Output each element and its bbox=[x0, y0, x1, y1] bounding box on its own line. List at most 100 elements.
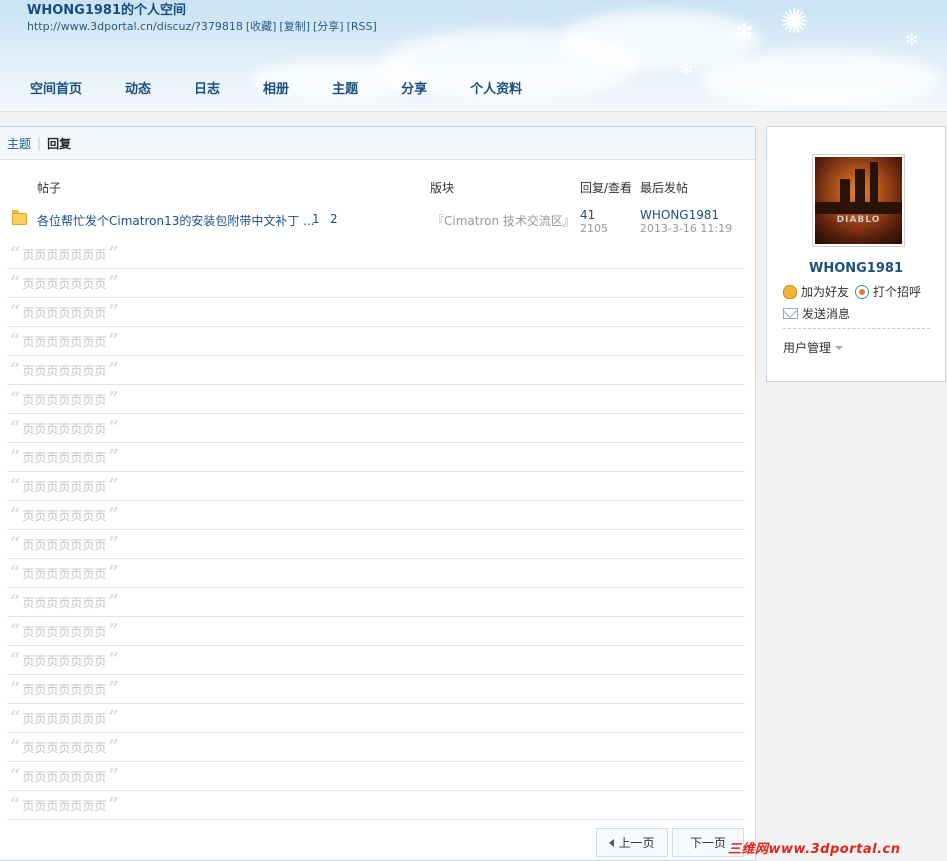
next-page-label: 下一页 bbox=[689, 836, 726, 850]
greet-label: 打个招呼 bbox=[873, 285, 922, 299]
list-item: “页页页页页页页” bbox=[7, 414, 745, 443]
thread-title-link[interactable]: 各位帮忙发个Cimatron13的安装包附带中文补丁 ... bbox=[37, 212, 315, 229]
table-row: 各位帮忙发个Cimatron13的安装包附带中文补丁 ... 1 2 『Cima… bbox=[0, 205, 756, 235]
close-quote-icon: ” bbox=[108, 736, 119, 757]
open-quote-icon: “ bbox=[10, 620, 21, 641]
reply-placeholder-text[interactable]: 页页页页页页页 bbox=[22, 739, 106, 756]
nav-profile[interactable]: 个人资料 bbox=[456, 80, 536, 100]
send-message-button[interactable]: 发送消息 bbox=[783, 305, 850, 322]
folder-icon bbox=[12, 210, 27, 225]
close-quote-icon: ” bbox=[108, 649, 119, 670]
list-item: “页页页页页页页” bbox=[7, 675, 745, 704]
reply-placeholder-text[interactable]: 页页页页页页页 bbox=[22, 594, 106, 611]
open-quote-icon: “ bbox=[10, 736, 21, 757]
space-nav: 空间首页 动态 日志 相册 主题 分享 个人资料 bbox=[16, 80, 551, 100]
list-item: “页页页页页页页” bbox=[7, 385, 745, 414]
open-quote-icon: “ bbox=[10, 301, 21, 322]
list-item: “页页页页页页页” bbox=[7, 443, 745, 472]
user-manage-dropdown[interactable]: 用户管理 bbox=[783, 339, 844, 356]
reply-placeholder-text[interactable]: 页页页页页页页 bbox=[22, 710, 106, 727]
reply-placeholder-text[interactable]: 页页页页页页页 bbox=[22, 507, 106, 524]
close-quote-icon: ” bbox=[108, 446, 119, 467]
reply-placeholder-text[interactable]: 页页页页页页页 bbox=[22, 449, 106, 466]
open-quote-icon: “ bbox=[10, 388, 21, 409]
open-quote-icon: “ bbox=[10, 417, 21, 438]
list-item: “页页页页页页页” bbox=[7, 327, 745, 356]
reply-placeholder-text[interactable]: 页页页页页页页 bbox=[22, 652, 106, 669]
favorite-link[interactable]: [收藏] bbox=[246, 20, 277, 33]
handshake-icon bbox=[783, 284, 797, 299]
nav-share[interactable]: 分享 bbox=[387, 80, 441, 100]
main-panel: 主题 | 回复 帖子 版块 回复/查看 最后发帖 各位帮忙发个Cimatron1… bbox=[0, 126, 756, 861]
reply-placeholder-text[interactable]: 页页页页页页页 bbox=[22, 304, 106, 321]
avatar-image: DIABLO III bbox=[815, 157, 902, 244]
user-manage-label: 用户管理 bbox=[783, 341, 832, 355]
reply-placeholder-text[interactable]: 页页页页页页页 bbox=[22, 275, 106, 292]
thread-page-link[interactable]: 2 bbox=[330, 212, 338, 226]
list-item: “页页页页页页页” bbox=[7, 501, 745, 530]
list-item: “页页页页页页页” bbox=[7, 588, 745, 617]
reply-placeholder-text[interactable]: 页页页页页页页 bbox=[22, 797, 106, 814]
copy-link[interactable]: [复制] bbox=[279, 20, 310, 33]
divider bbox=[783, 328, 930, 329]
avatar-logo-sub: III bbox=[854, 225, 863, 234]
list-item: “页页页页页页页” bbox=[7, 356, 745, 385]
close-quote-icon: ” bbox=[108, 533, 119, 554]
last-post-date: 2013-3-16 11:19 bbox=[640, 222, 733, 235]
reply-placeholder-text[interactable]: 页页页页页页页 bbox=[22, 362, 106, 379]
reply-placeholder-text[interactable]: 页页页页页页页 bbox=[22, 420, 106, 437]
rss-link[interactable]: [RSS] bbox=[347, 20, 377, 33]
forum-link[interactable]: 『Cimatron 技术交流区』 bbox=[432, 212, 575, 229]
column-header-forum: 版块 bbox=[430, 181, 455, 195]
cloud-decoration bbox=[700, 50, 940, 110]
send-message-label: 发送消息 bbox=[802, 307, 851, 321]
reply-placeholder-text[interactable]: 页页页页页页页 bbox=[22, 565, 106, 582]
reply-placeholder-text[interactable]: 页页页页页页页 bbox=[22, 681, 106, 698]
close-quote-icon: ” bbox=[108, 388, 119, 409]
thread-tabs: 主题 | 回复 bbox=[0, 127, 755, 160]
nav-album[interactable]: 相册 bbox=[249, 80, 303, 100]
user-sidebar: DIABLO III WHONG1981 加为好友 打个招呼 发送消息 用户管理 bbox=[766, 126, 946, 382]
open-quote-icon: “ bbox=[10, 707, 21, 728]
open-quote-icon: “ bbox=[10, 678, 21, 699]
add-friend-button[interactable]: 加为好友 bbox=[783, 283, 849, 300]
avatar[interactable]: DIABLO III bbox=[812, 154, 905, 247]
last-poster-link[interactable]: WHONG1981 bbox=[640, 208, 719, 222]
tab-replies[interactable]: 回复 bbox=[47, 135, 71, 152]
reply-placeholder-text[interactable]: 页页页页页页页 bbox=[22, 478, 106, 495]
tab-topics[interactable]: 主题 bbox=[7, 135, 31, 152]
nav-topics[interactable]: 主题 bbox=[318, 80, 372, 100]
open-quote-icon: “ bbox=[10, 272, 21, 293]
open-quote-icon: “ bbox=[10, 533, 21, 554]
close-quote-icon: ” bbox=[108, 562, 119, 583]
open-quote-icon: “ bbox=[10, 649, 21, 670]
greet-icon bbox=[855, 284, 869, 299]
nav-feed[interactable]: 动态 bbox=[111, 80, 165, 100]
nav-blog[interactable]: 日志 bbox=[180, 80, 234, 100]
username-link[interactable]: WHONG1981 bbox=[767, 261, 945, 276]
space-title[interactable]: WHONG1981的个人空间 bbox=[27, 0, 186, 18]
space-header: ✺ ✻ ✻ ✻ WHONG1981的个人空间 http://www.3dport… bbox=[0, 0, 947, 112]
reply-placeholder-text[interactable]: 页页页页页页页 bbox=[22, 623, 106, 640]
reply-placeholder-text[interactable]: 页页页页页页页 bbox=[22, 768, 106, 785]
close-quote-icon: ” bbox=[108, 794, 119, 815]
dandelion-seed-icon: ✻ bbox=[680, 60, 694, 79]
reply-placeholder-text[interactable]: 页页页页页页页 bbox=[22, 536, 106, 553]
list-item: “页页页页页页页” bbox=[7, 646, 745, 675]
close-quote-icon: ” bbox=[108, 765, 119, 786]
reply-placeholder-text[interactable]: 页页页页页页页 bbox=[22, 246, 106, 263]
share-link[interactable]: [分享] bbox=[313, 20, 344, 33]
space-url[interactable]: http://www.3dportal.cn/discuz/?379818 bbox=[27, 20, 243, 33]
list-item: “页页页页页页页” bbox=[7, 733, 745, 762]
close-quote-icon: ” bbox=[108, 678, 119, 699]
thread-page-link[interactable]: 1 bbox=[312, 212, 320, 226]
reply-placeholder-text[interactable]: 页页页页页页页 bbox=[22, 391, 106, 408]
open-quote-icon: “ bbox=[10, 562, 21, 583]
open-quote-icon: “ bbox=[10, 243, 21, 264]
open-quote-icon: “ bbox=[10, 504, 21, 525]
greet-button[interactable]: 打个招呼 bbox=[855, 283, 921, 300]
list-item: “页页页页页页页” bbox=[7, 791, 745, 820]
nav-space-home[interactable]: 空间首页 bbox=[16, 80, 96, 100]
reply-placeholder-text[interactable]: 页页页页页页页 bbox=[22, 333, 106, 350]
prev-page-button[interactable]: 上一页 bbox=[596, 828, 668, 857]
